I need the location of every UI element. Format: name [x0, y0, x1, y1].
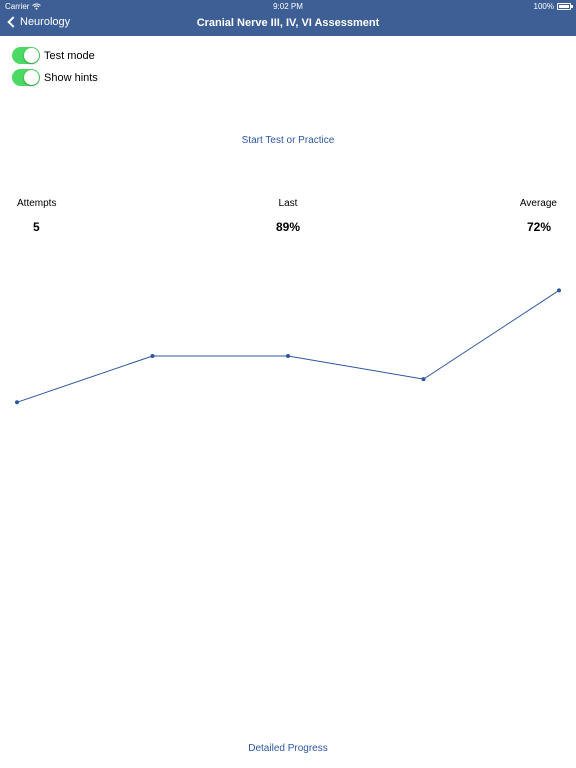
series-line — [16, 290, 560, 403]
data-point-5 — [557, 288, 561, 293]
data-point-4 — [421, 377, 426, 382]
data-point-2 — [150, 354, 155, 358]
detailed-progress-link[interactable]: Detailed Progress — [0, 743, 576, 754]
progress-chart — [15, 288, 561, 405]
data-point-1 — [15, 400, 19, 405]
data-point-3 — [286, 354, 290, 358]
